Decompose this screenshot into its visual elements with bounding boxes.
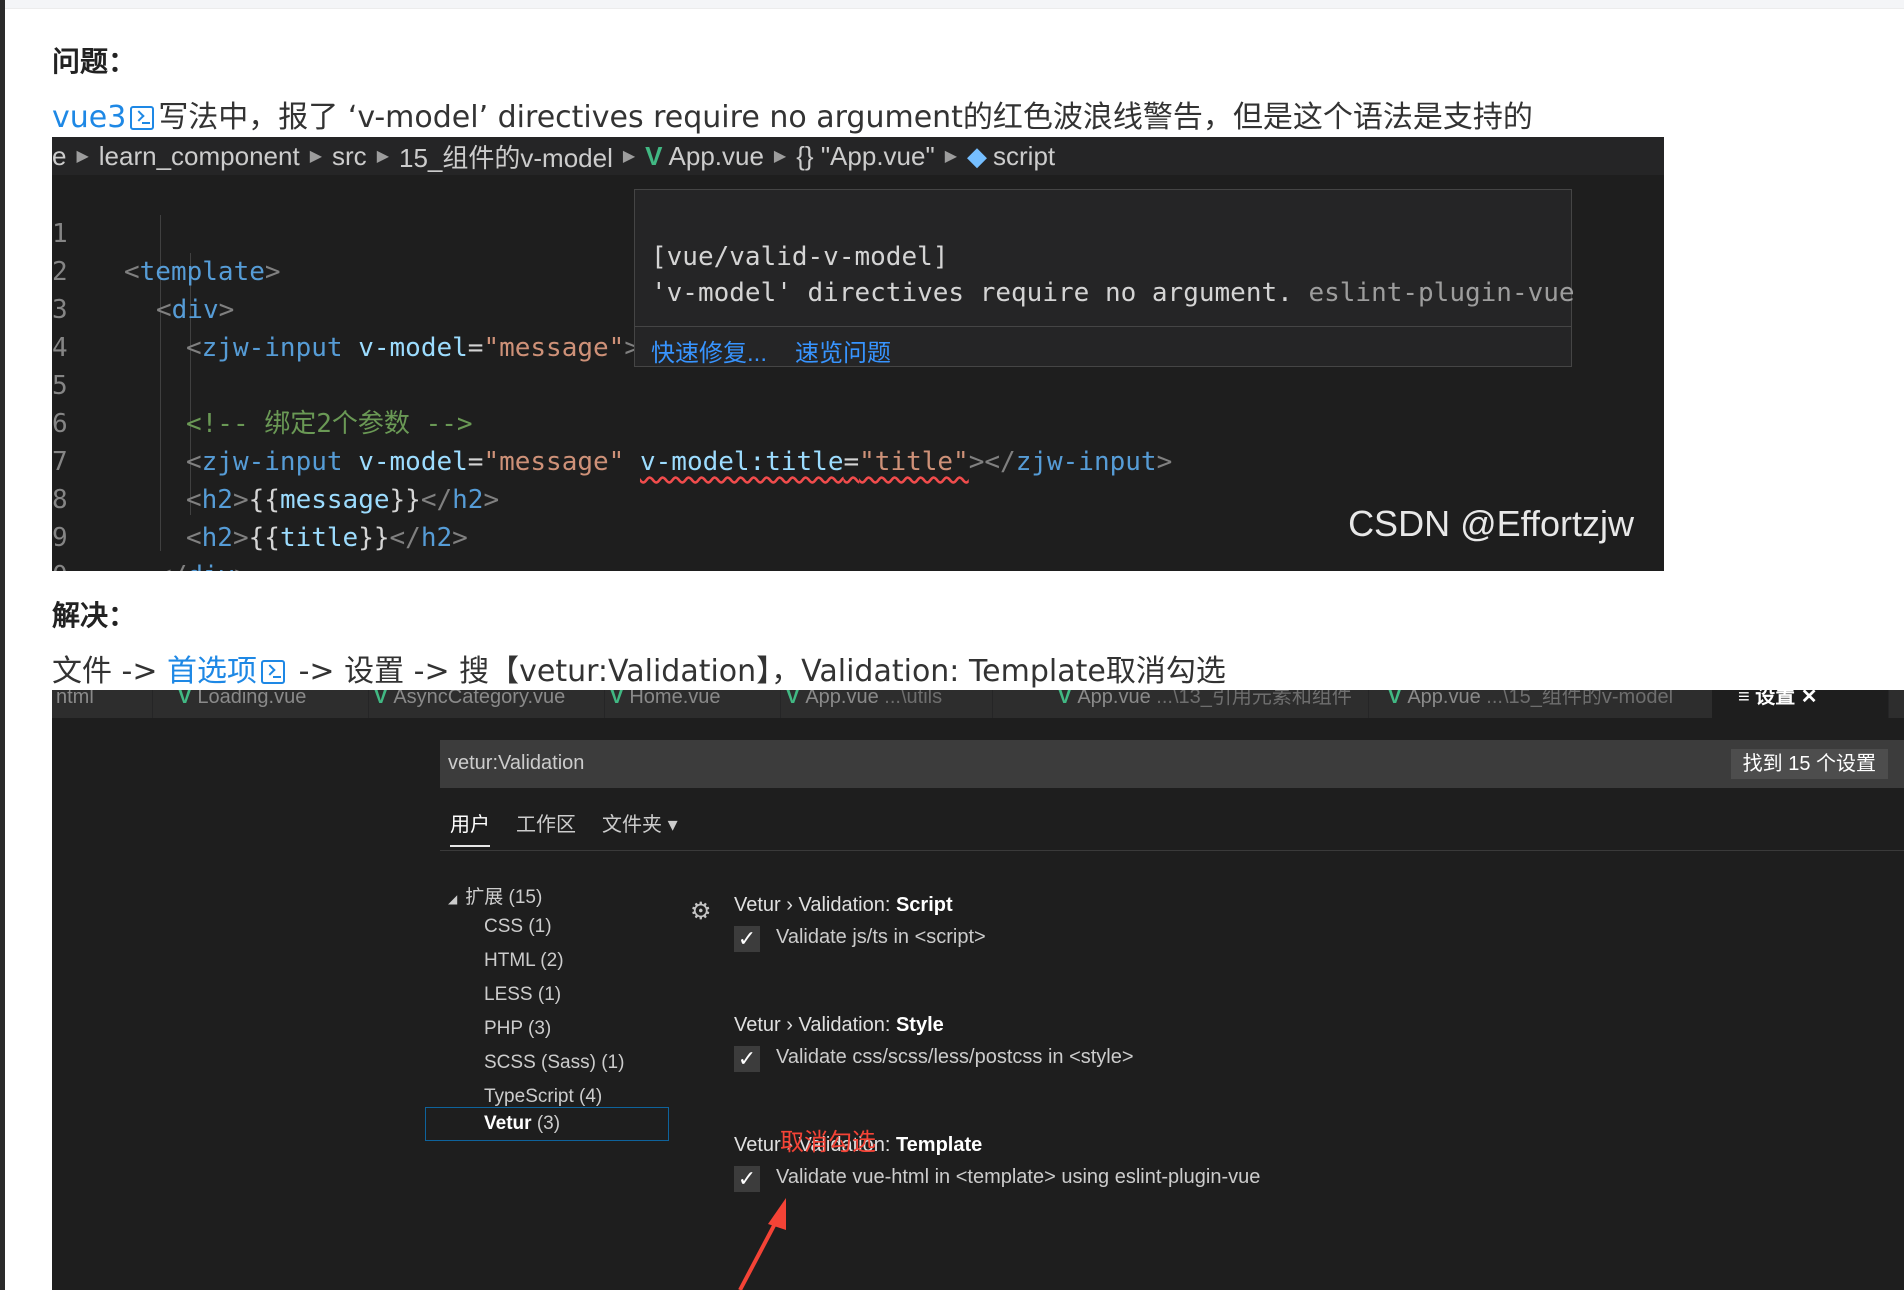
code-line[interactable]: 0 </template> [52,519,115,571]
breadcrumb-separator-icon: ▶ [622,148,636,165]
caret-down-icon: ▾ [667,814,678,836]
code-editor-screenshot: e ▶ learn_component ▶ src ▶ 15_组件的v-mode… [52,137,1664,571]
code-line[interactable]: 8 <h2>{{title}}</h2> [52,443,468,553]
code-line[interactable]: 3 <zjw-input v-model="message"> [52,253,640,363]
setting-desc-style: Validate css/scss/less/postcss in <style… [776,1046,1134,1068]
tab-app-13[interactable]: V App.vue ...\13_引用元素和组件 [1032,690,1369,718]
breadcrumb-item[interactable]: src [332,141,367,172]
tab-user[interactable]: 用户 [450,808,490,847]
breadcrumb-separator-icon: ▶ [944,148,958,165]
preferences-link[interactable]: 首选项 [167,654,257,689]
editor-breadcrumb: e ▶ learn_component ▶ src ▶ 15_组件的v-mode… [52,137,1664,175]
settings-screenshot: ntml V Loading.vue V AsyncCategory.vue V Ho… [52,690,1904,1290]
solution-paragraph: 文件 -> 首选项 -> 设置 -> 搜【vetur:Validation】，V… [52,646,1226,690]
problem-heading: 问题： [52,45,137,78]
breadcrumb-section[interactable]: script [993,141,1055,172]
breadcrumb-item[interactable]: learn_component [99,141,300,172]
code-line[interactable]: 9 </div> [52,481,250,571]
checkbox-validate-style[interactable]: ✓ [734,1046,760,1072]
settings-lines-icon: ≡ [1738,690,1756,708]
setting-desc-template: Validate vue-html in <template> using es… [776,1166,1261,1188]
caret-down-icon: ◢ [448,892,458,906]
checkbox-validate-script[interactable]: ✓ [734,926,760,952]
close-icon[interactable]: ✕ [1801,690,1818,708]
problem-paragraph: vue3 写法中，报了 ‘v-model’ directives require … [52,92,1533,136]
code-line[interactable]: 2 <div> [52,215,234,325]
peek-problem-link[interactable]: 速览问题 [795,333,891,368]
cube-icon: ◆ [967,140,988,171]
vue-file-icon: V [178,690,192,708]
breadcrumb-separator-icon: ▶ [76,148,89,165]
toc-item[interactable]: LESS (1) [484,984,561,1006]
setting-desc-script: Validate js/ts in <script> [776,926,986,948]
vue-file-icon: V [786,690,800,708]
terminal-icon[interactable] [130,106,155,130]
tab-loading[interactable]: V Loading.vue [152,690,369,718]
csdn-watermark: CSDN @Effortzjw [1348,503,1634,544]
code-line[interactable]: 4 [52,291,115,363]
settings-search-input[interactable]: vetur:Validation [448,752,584,775]
setting-title-script: Vetur › Validation: Script [734,894,953,916]
tab-app-15[interactable]: V App.vue ...\15_组件的v-model [1362,690,1729,718]
toc-item[interactable]: SCSS (Sass) (1) [484,1052,624,1074]
line-number: 0 [52,557,82,571]
solution-heading: 解决： [52,599,137,632]
vue-file-icon: V [610,690,624,708]
code-line[interactable]: 7 <h2>{{message}}</h2> [52,405,499,515]
tab-settings[interactable]: ≡ 设置 ✕ [1712,690,1889,718]
settings-search-bar[interactable]: vetur:Validation 找到 15 个设置 [440,740,1904,788]
tab-async-category[interactable]: V AsyncCategory.vue [348,690,605,718]
breadcrumb-separator-icon: ▶ [773,148,787,165]
scope-divider [440,850,1904,851]
tab-app-utils[interactable]: V App.vue ...\utils [760,690,993,718]
vue-file-icon: V [1388,690,1402,708]
breadcrumb-lead: e [52,140,67,171]
toc-item-vetur[interactable]: Vetur (3) [484,1113,560,1135]
quick-fix-link[interactable]: 快速修复... [651,333,767,368]
breadcrumb-symbol[interactable]: {} "App.vue" [796,141,934,172]
setting-title-style: Vetur › Validation: Style [734,1014,944,1036]
breadcrumb-file[interactable]: App.vue [669,141,764,172]
toc-item[interactable]: HTML (2) [484,950,564,972]
vue-file-icon: V [374,690,388,708]
vue3-link[interactable]: vue3 [52,100,126,135]
lint-rule: [vue/valid-v-model] [651,242,949,272]
code-line[interactable]: 6 <zjw-input v-model="message" v-model:t… [52,367,1172,477]
page-left-rule [0,0,5,1290]
breadcrumb-separator-icon: ▶ [309,148,323,165]
solution-prefix: 文件 -> [52,654,158,689]
toc-item[interactable]: TypeScript (4) [484,1086,602,1108]
uncheck-annotation: 取消勾选 [780,1129,876,1156]
vue-file-icon: V [1058,690,1072,708]
lint-hover-popup: [vue/valid-v-model] 'v-model' directives… [634,189,1575,368]
lint-message: 'v-model' directives require no argument… [651,278,1293,308]
toc-item[interactable]: PHP (3) [484,1018,551,1040]
editor-tab-bar: ntml V Loading.vue V AsyncCategory.vue V Ho… [52,690,1904,718]
lint-message-line: 'v-model' directives require no argument… [651,278,1575,308]
toc-extensions[interactable]: ◢ 扩展 (15) [448,882,542,909]
terminal-icon[interactable] [261,660,286,684]
tab-html[interactable]: ntml [52,690,153,718]
breadcrumb-separator-icon: ▶ [376,148,389,165]
lint-source: eslint-plugin-vue [1308,278,1575,308]
breadcrumb-item[interactable]: 15_组件的v-model [399,138,613,175]
red-arrow-icon [738,1198,786,1290]
gear-icon[interactable]: ⚙ [690,900,714,924]
solution-suffix: -> 设置 -> 搜【vetur:Validation】，Validation:… [298,654,1226,689]
code-line[interactable]: 5 <!-- 绑定2个参数 --> [52,329,473,439]
vue-file-icon: V [645,140,663,171]
problem-text: 写法中，报了 ‘v-model’ directives require no a… [158,100,1533,135]
checkbox-validate-template[interactable]: ✓ [734,1166,760,1192]
hover-actions: 快速修复... 速览问题 [635,326,1571,368]
tab-workspace[interactable]: 工作区 [516,808,576,837]
tab-folder[interactable]: 文件夹 ▾ [602,808,678,837]
tab-home[interactable]: V Home.vue [584,690,781,718]
page-top-bar [0,0,1904,9]
toc-item[interactable]: CSS (1) [484,916,552,938]
found-count-badge: 找到 15 个设置 [1730,749,1888,779]
code-line[interactable]: 1 <template> [52,177,281,287]
